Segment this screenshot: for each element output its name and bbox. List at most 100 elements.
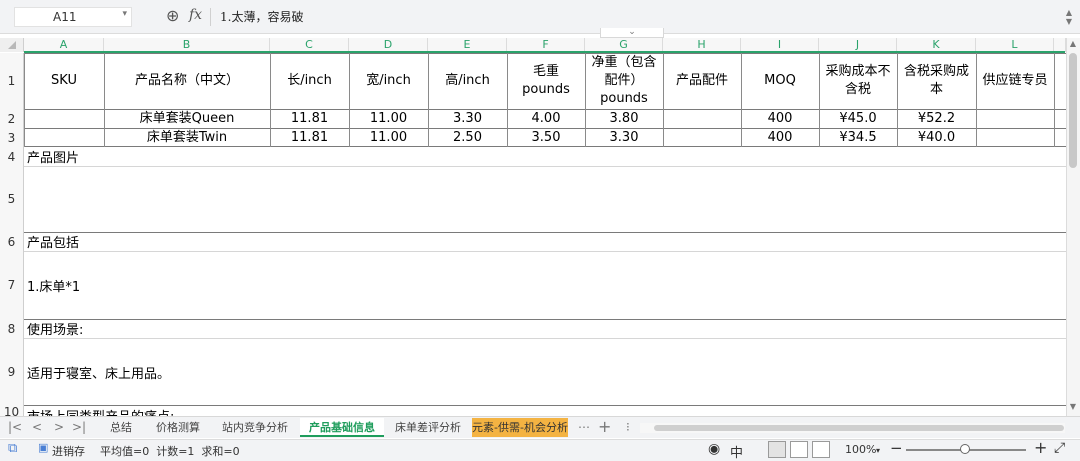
section-label-includes[interactable]: 产品包括	[27, 232, 79, 251]
table-cell[interactable]	[24, 128, 104, 147]
header-cell-gross-weight[interactable]: 毛重 pounds	[507, 53, 585, 109]
row-header-5[interactable]: 5	[0, 166, 24, 232]
macro-icon[interactable]: ⧉	[8, 441, 17, 456]
page-break-icon[interactable]	[812, 441, 830, 458]
section-value-scene[interactable]: 适用于寝室、床上用品。	[27, 338, 170, 406]
normal-view-icon[interactable]	[768, 441, 786, 458]
more-sheets-icon[interactable]: ⋯	[578, 420, 590, 434]
table-cell[interactable]: 11.81	[270, 128, 349, 147]
table-cell[interactable]: 3.50	[507, 128, 585, 147]
table-cell[interactable]: 400	[741, 128, 819, 147]
sheet-tab-price-calc[interactable]: 价格测算	[146, 418, 210, 437]
header-cell-cost-tax[interactable]: 含税采购成 本	[897, 53, 976, 109]
column-header-a[interactable]: A	[24, 38, 104, 52]
table-cell[interactable]	[976, 109, 1054, 128]
table-cell[interactable]: ¥34.5	[819, 128, 897, 147]
table-cell[interactable]: 床单套装Queen	[104, 109, 270, 128]
first-sheet-icon[interactable]: |<	[8, 420, 22, 434]
tab-scroll-icon[interactable]: ⁝	[626, 420, 630, 434]
header-cell-moq[interactable]: MOQ	[741, 53, 819, 109]
last-sheet-icon[interactable]: >|	[72, 420, 86, 434]
row-header-3[interactable]: 3	[0, 128, 24, 147]
formula-input[interactable]: 1.太薄，容易破	[220, 8, 303, 25]
inventory-label[interactable]: 进销存	[52, 443, 85, 459]
add-sheet-icon[interactable]: +	[598, 417, 611, 436]
table-cell[interactable]	[663, 109, 741, 128]
column-header-c[interactable]: C	[270, 38, 349, 52]
zoom-dropdown-icon[interactable]: ▾	[876, 446, 880, 455]
function-icon[interactable]: fx	[189, 7, 202, 23]
section-label-product-image[interactable]: 产品图片	[27, 147, 79, 166]
column-header-g[interactable]: G	[585, 38, 663, 52]
section-label-scene[interactable]: 使用场景:	[27, 319, 83, 338]
column-header-d[interactable]: D	[349, 38, 428, 52]
row-header-2[interactable]: 2	[0, 109, 24, 128]
section-value-includes[interactable]: 1.床单*1	[27, 251, 80, 319]
collapse-toggle-icon[interactable]: ⌄	[600, 28, 664, 38]
page-layout-icon[interactable]	[790, 441, 808, 458]
header-cell-name[interactable]: 产品名称（中文）	[104, 53, 270, 109]
row-header-9[interactable]: 9	[0, 338, 24, 406]
sheet-tab-opportunity[interactable]: 元素-供需-机会分析	[472, 418, 568, 437]
row-header-7[interactable]: 7	[0, 251, 24, 319]
sheet-tab-product-info[interactable]: 产品基础信息	[300, 418, 384, 437]
table-cell[interactable]: ¥52.2	[897, 109, 976, 128]
header-cell-length[interactable]: 长/inch	[270, 53, 349, 109]
vertical-scroll-thumb[interactable]	[1069, 53, 1077, 168]
row-header-6[interactable]: 6	[0, 232, 24, 251]
horizontal-scroll-thumb[interactable]	[654, 425, 1064, 431]
column-header-k[interactable]: K	[897, 38, 976, 52]
zoom-level[interactable]: 100%	[845, 443, 876, 456]
table-cell[interactable]: 11.00	[349, 128, 428, 147]
zoom-slider-knob[interactable]	[960, 444, 970, 454]
name-box[interactable]: A11 ▾	[14, 7, 132, 27]
sheet-tab-competition[interactable]: 站内竞争分析	[212, 418, 298, 437]
zoom-out-button[interactable]: −	[890, 439, 903, 457]
sheet-tab-bad-review[interactable]: 床单差评分析	[386, 418, 470, 437]
table-cell[interactable]: ¥45.0	[819, 109, 897, 128]
column-header-b[interactable]: B	[104, 38, 270, 52]
header-cell-accessory[interactable]: 产品配件	[663, 53, 741, 109]
scroll-up-icon[interactable]: ▲	[1066, 39, 1080, 48]
column-header-h[interactable]: H	[663, 38, 741, 52]
sheet-tab-summary[interactable]: 总结	[98, 418, 144, 437]
table-cell[interactable]	[24, 109, 104, 128]
header-cell-width[interactable]: 宽/inch	[349, 53, 428, 109]
zoom-icon[interactable]: ⊕	[166, 6, 179, 25]
column-header-e[interactable]: E	[428, 38, 507, 52]
table-cell[interactable]: 4.00	[507, 109, 585, 128]
table-cell[interactable]: ¥40.0	[897, 128, 976, 147]
table-cell[interactable]: 11.00	[349, 109, 428, 128]
table-cell[interactable]: 11.81	[270, 109, 349, 128]
expand-formula-icon[interactable]: ▲ ▼	[1063, 8, 1075, 26]
column-header-f[interactable]: F	[507, 38, 585, 52]
scroll-down-icon[interactable]: ▼	[1066, 402, 1080, 411]
row-header-8[interactable]: 8	[0, 319, 24, 338]
column-header-m[interactable]	[1054, 38, 1066, 52]
chevron-down-icon[interactable]: ▾	[122, 9, 127, 19]
column-header-i[interactable]: I	[741, 38, 819, 52]
eye-icon[interactable]: ◉	[708, 441, 720, 457]
table-cell[interactable]: 3.30	[585, 128, 663, 147]
header-cell-net-weight[interactable]: 净重（包含 配件） pounds	[585, 53, 663, 109]
fullscreen-icon[interactable]: ⤢	[1054, 440, 1065, 456]
row-header-1[interactable]: 1	[0, 53, 24, 109]
table-cell[interactable]: 2.50	[428, 128, 507, 147]
prev-sheet-icon[interactable]: <	[32, 420, 42, 434]
row-header-4[interactable]: 4	[0, 147, 24, 166]
table-cell[interactable]: 400	[741, 109, 819, 128]
column-header-j[interactable]: J	[819, 38, 897, 52]
ime-indicator[interactable]: 中	[730, 442, 743, 461]
column-header-l[interactable]: L	[976, 38, 1054, 52]
header-cell-height[interactable]: 高/inch	[428, 53, 507, 109]
next-sheet-icon[interactable]: >	[54, 420, 64, 434]
save-icon[interactable]: ▣	[38, 441, 48, 454]
header-cell-cost[interactable]: 采购成本不 含税	[819, 53, 897, 109]
zoom-in-button[interactable]: +	[1034, 438, 1047, 457]
table-cell[interactable]	[976, 128, 1054, 147]
header-cell-sku[interactable]: SKU	[24, 53, 104, 109]
table-cell[interactable]: 3.80	[585, 109, 663, 128]
header-cell-supplier[interactable]: 供应链专员	[976, 53, 1054, 109]
table-cell[interactable]	[663, 128, 741, 147]
table-cell[interactable]: 床单套装Twin	[104, 128, 270, 147]
